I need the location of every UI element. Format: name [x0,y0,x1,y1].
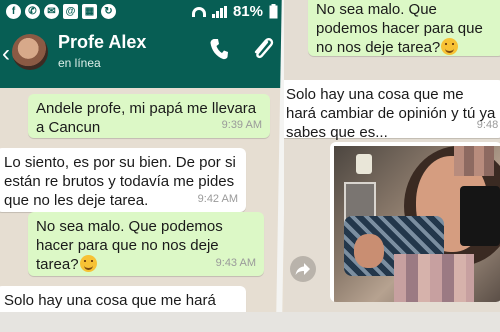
grimace-emoji-icon [79,255,97,272]
messenger-icon: ✉ [44,4,59,19]
whatsapp-icon: ✆ [25,4,40,19]
message-bubble[interactable]: Solo hay una cosa que me hará cambiar de… [284,80,500,141]
status-bar: f ✆ ✉ @ ▦ ↻ 81% [0,0,286,24]
message-bubble[interactable]: No sea malo. Que podemos hacer para que … [28,212,264,276]
message-time: 9:48 A [476,119,500,131]
message-time: 9:43 AM [215,257,256,269]
facebook-icon: f [6,4,21,19]
lamp-shape [356,154,372,174]
pixelated-area [454,146,494,176]
grimace-emoji-icon [441,38,459,55]
status-right: 81% [191,3,278,20]
battery-level: 81% [232,3,263,20]
chat-header: ‹ Profe Alex en línea [0,24,286,88]
message-text: Solo hay una cosa que me hará [4,292,216,309]
notification-icons: f ✆ ✉ @ ▦ ↻ [6,4,116,19]
mail-icon: @ [63,4,78,19]
message-time: 9:42 AM [197,193,238,205]
image-message[interactable] [330,142,500,302]
forward-icon [295,263,310,275]
avatar[interactable] [12,34,48,70]
message-text-content: No sea malo. Que podemos hacer para que … [36,218,223,273]
hand-shape [354,234,384,268]
pixelated-area [394,254,474,302]
composite-screenshot: f ✆ ✉ @ ▦ ↻ 81% ‹ Profe Alex en línea An… [0,0,500,332]
back-arrow-icon[interactable]: ‹ [2,42,10,66]
message-time: 9:39 AM [221,119,262,131]
phone-icon[interactable] [210,38,228,60]
contact-status: en línea [58,56,101,70]
message-text: No sea malo. Que podemos hacer para que … [316,0,496,57]
signal-icon [211,5,227,18]
message-bubble[interactable]: Andele profe, mi papá me llevara a Cancu… [28,94,270,138]
forward-button[interactable] [290,256,316,282]
contact-name[interactable]: Profe Alex [58,32,146,53]
message-bubble[interactable]: No sea malo. Que podemos hacer para que … [308,0,500,56]
paperclip-icon[interactable] [252,36,274,62]
chat-screenshot-right: No sea malo. Que podemos hacer para que … [284,0,500,312]
wifi-icon [191,6,206,17]
message-text: Solo hay una cosa que me hará cambiar de… [286,86,496,141]
selfie-photo[interactable] [334,146,500,302]
message-bubble[interactable]: Lo siento, es por su bien. De por si est… [0,148,246,212]
chat-screenshot-left: f ✆ ✉ @ ▦ ↻ 81% ‹ Profe Alex en línea An… [0,0,286,312]
message-bubble[interactable]: Solo hay una cosa que me hará [0,286,246,312]
image-icon: ▦ [82,4,97,19]
sync-icon: ↻ [101,4,116,19]
bottom-strip [0,312,500,332]
phone-shape [460,186,500,246]
battery-icon [269,4,278,19]
